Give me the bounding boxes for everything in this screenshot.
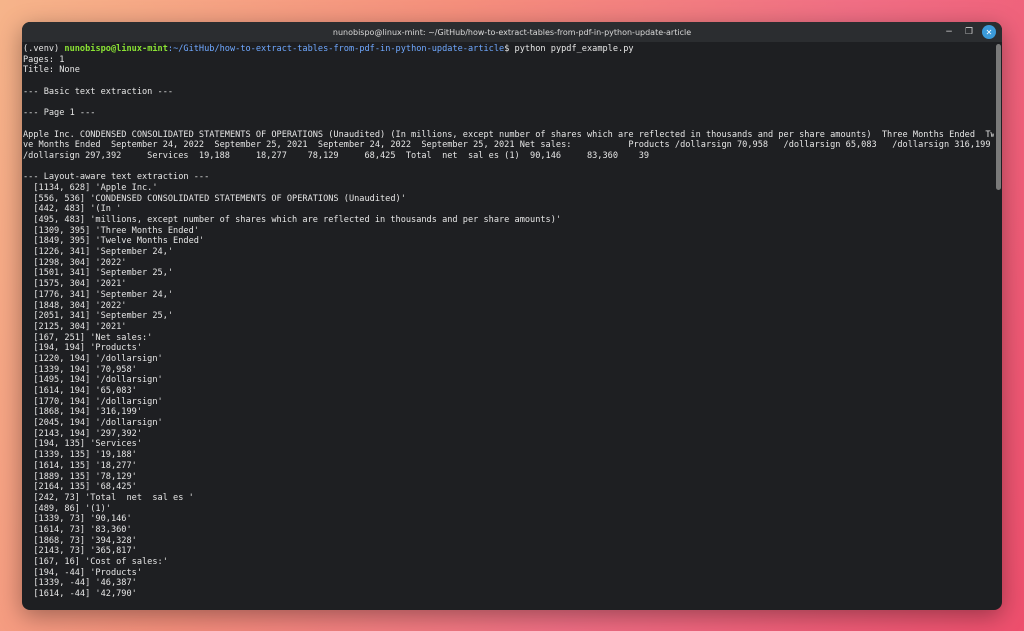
output-line: Apple Inc. CONDENSED CONSOLIDATED STATEM… [23,129,994,140]
prompt-path: :~/GitHub/how-to-extract-tables-from-pdf… [167,44,505,54]
output-line: [1495, 194] '/dollarsign' [23,375,163,386]
output-line: [2164, 135] '68,425' [23,482,137,493]
output-line: [1339, 73] '90,146' [23,514,132,525]
output-lines: Pages: 1 Title: None --- Basic text extrac… [23,55,994,600]
output-line: [1309, 395] 'Three Months Ended' [23,225,199,236]
output-line: [495, 483] 'millions, except number of s… [23,215,562,225]
output-line: [2051, 341] 'September 25,' [23,311,174,322]
output-line: --- Layout-aware text extraction --- [23,172,210,183]
output-line: [2125, 304] '2021' [23,321,127,332]
output-line: [1226, 341] 'September 24,' [23,247,174,258]
minimize-icon[interactable]: − [942,25,956,39]
output-line: [2143, 73] '365,817' [23,546,137,557]
output-line: [442, 483] '(In ' [23,204,122,215]
output-line: [1770, 194] '/dollarsign' [23,396,163,407]
output-line: [167, 16] 'Cost of sales:' [23,557,168,567]
output-line: [1134, 628] 'Apple Inc.' [23,182,158,193]
window-title: nunobispo@linux-mint: ~/GitHub/how-to-ex… [332,27,692,37]
output-line: [1614, -44] '42,790' [23,589,137,600]
output-line: [194, 135] 'Services' [23,439,142,450]
output-line: [2143, 194] '297,392' [23,428,142,439]
output-line: --- Basic text extraction --- [23,86,174,97]
terminal-window: nunobispo@linux-mint: ~/GitHub/how-to-ex… [22,22,1002,610]
output-line: [1339, 135] '19,188' [23,450,137,461]
output-line: /dollarsign 297,392 Services 19,188 18,2… [23,150,650,161]
output-line: [1614, 73] '83,360' [23,524,132,535]
output-line: --- Page 1 --- [23,108,96,119]
terminal-output[interactable]: (.venv) nunobispo@linux-mint:~/GitHub/ho… [22,42,994,610]
prompt-command: $ python pypdf_example.py [504,44,634,54]
output-line: [194, 194] 'Products' [23,343,142,354]
output-line: [1848, 304] '2022' [23,300,127,311]
command-prompt-line: (.venv) nunobispo@linux-mint:~/GitHub/ho… [23,44,994,55]
output-line: [1339, -44] '46,387' [23,578,137,589]
output-line: [194, -44] 'Products' [23,567,142,578]
output-line: [489, 86] '(1)' [23,503,111,514]
output-line: Title: None [23,65,80,76]
output-line: [1849, 395] 'Twelve Months Ended' [23,236,205,247]
output-line: ve Months Ended September 24, 2022 Septe… [23,140,991,151]
output-line: [1776, 341] 'September 24,' [23,289,174,300]
output-line: [1614, 194] '65,083' [23,386,137,396]
window-controls: − ❐ ✕ [942,25,996,39]
prompt-user-host: nunobispo@linux-mint [64,44,168,54]
output-line: [556, 536] 'CONDENSED CONSOLIDATED STATE… [23,193,406,204]
output-line: [1339, 194] '70,958' [23,364,137,375]
output-line: [1220, 194] '/dollarsign' [23,353,163,364]
output-line: [1298, 304] '2022' [23,257,127,268]
close-icon[interactable]: ✕ [982,25,996,39]
scrollbar[interactable] [996,44,1001,190]
maximize-icon[interactable]: ❐ [962,25,976,39]
output-line: [1614, 135] '18,277' [23,460,137,471]
output-line: [1868, 73] '394,328' [23,535,137,546]
title-bar[interactable]: nunobispo@linux-mint: ~/GitHub/how-to-ex… [22,22,1002,42]
output-line: [2045, 194] '/dollarsign' [23,418,163,429]
output-line: [167, 251] 'Net sales:' [23,332,153,343]
output-line: [1575, 304] '2021' [23,279,127,290]
output-line: [1868, 194] '316,199' [23,407,142,418]
output-line: [1889, 135] '78,129' [23,471,137,482]
output-line: Pages: 1 [23,54,65,65]
output-line: [1501, 341] 'September 25,' [23,268,174,279]
output-line: [242, 73] 'Total net sal es ' [23,492,194,503]
prompt-venv: (.venv) [23,44,65,54]
